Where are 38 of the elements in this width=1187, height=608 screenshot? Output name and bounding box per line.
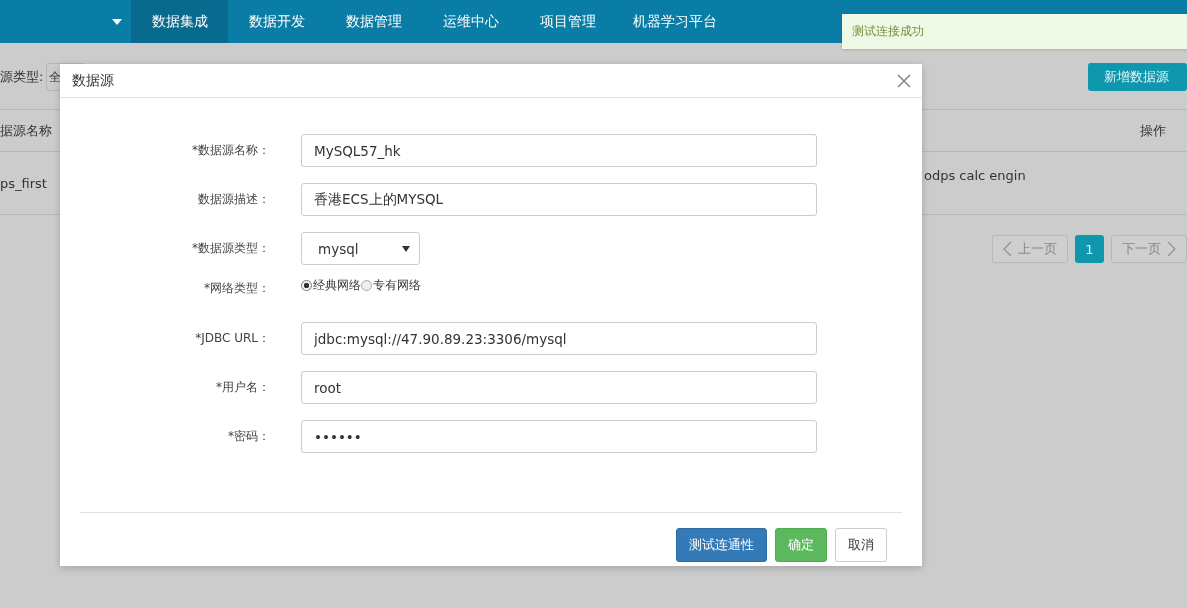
nav-tab[interactable]: 数据开发 bbox=[228, 0, 325, 43]
nav-tab[interactable]: 数据集成 bbox=[131, 0, 228, 43]
radio-option[interactable]: 专有网络 bbox=[361, 277, 421, 294]
dropdown-arrow-icon bbox=[402, 245, 410, 252]
chevron-left-icon bbox=[1003, 241, 1012, 257]
field-label: *网络类型： bbox=[203, 280, 270, 297]
input-field[interactable]: •••••• bbox=[301, 420, 817, 453]
page-button[interactable]: 1 bbox=[1075, 235, 1104, 263]
field-label: *JDBC URL： bbox=[194, 330, 270, 347]
radio-option[interactable]: 经典网络 bbox=[301, 277, 361, 294]
column-header: 操作 bbox=[1140, 121, 1166, 140]
filter-label: 源类型: bbox=[0, 68, 44, 86]
field-label: *用户名： bbox=[215, 379, 270, 396]
table-cell: odps calc engin bbox=[924, 167, 1026, 183]
field-label: *数据源名称： bbox=[191, 142, 270, 159]
add-datasource-button[interactable]: 新增数据源 bbox=[1088, 63, 1187, 91]
nav-tab[interactable]: 数据管理 bbox=[325, 0, 422, 43]
input-field[interactable]: jdbc:mysql://47.90.89.23:3306/mysql bbox=[301, 322, 817, 355]
input-field[interactable]: 香港ECS上的MYSQL bbox=[301, 183, 817, 216]
column-header: 据源名称 bbox=[0, 121, 52, 140]
table-cell-text: ps_first bbox=[0, 175, 48, 191]
field-label: *密码： bbox=[227, 428, 270, 445]
field-label: *数据源类型： bbox=[191, 240, 270, 257]
dialog-button[interactable]: 确定 bbox=[775, 528, 827, 562]
success-toast: 测试连接成功 bbox=[842, 14, 1187, 49]
dialog-title: 数据源 bbox=[72, 71, 114, 90]
chevron-right-icon bbox=[1167, 241, 1176, 257]
close-icon[interactable] bbox=[897, 73, 911, 88]
input-field[interactable]: MySQL57_hk bbox=[301, 134, 817, 167]
dialog-button[interactable]: 取消 bbox=[835, 528, 887, 562]
caret-icon[interactable] bbox=[112, 18, 122, 25]
type-dropdown[interactable]: mysql bbox=[301, 232, 420, 265]
input-field[interactable]: root bbox=[301, 371, 817, 404]
nav-tab[interactable]: 项目管理 bbox=[519, 0, 616, 43]
nav-tab[interactable]: 运维中心 bbox=[422, 0, 519, 43]
nav-tab[interactable]: 机器学习平台 bbox=[616, 0, 734, 43]
field-label: 数据源描述： bbox=[197, 191, 270, 208]
dialog-button[interactable]: 测试连通性 bbox=[676, 528, 767, 562]
